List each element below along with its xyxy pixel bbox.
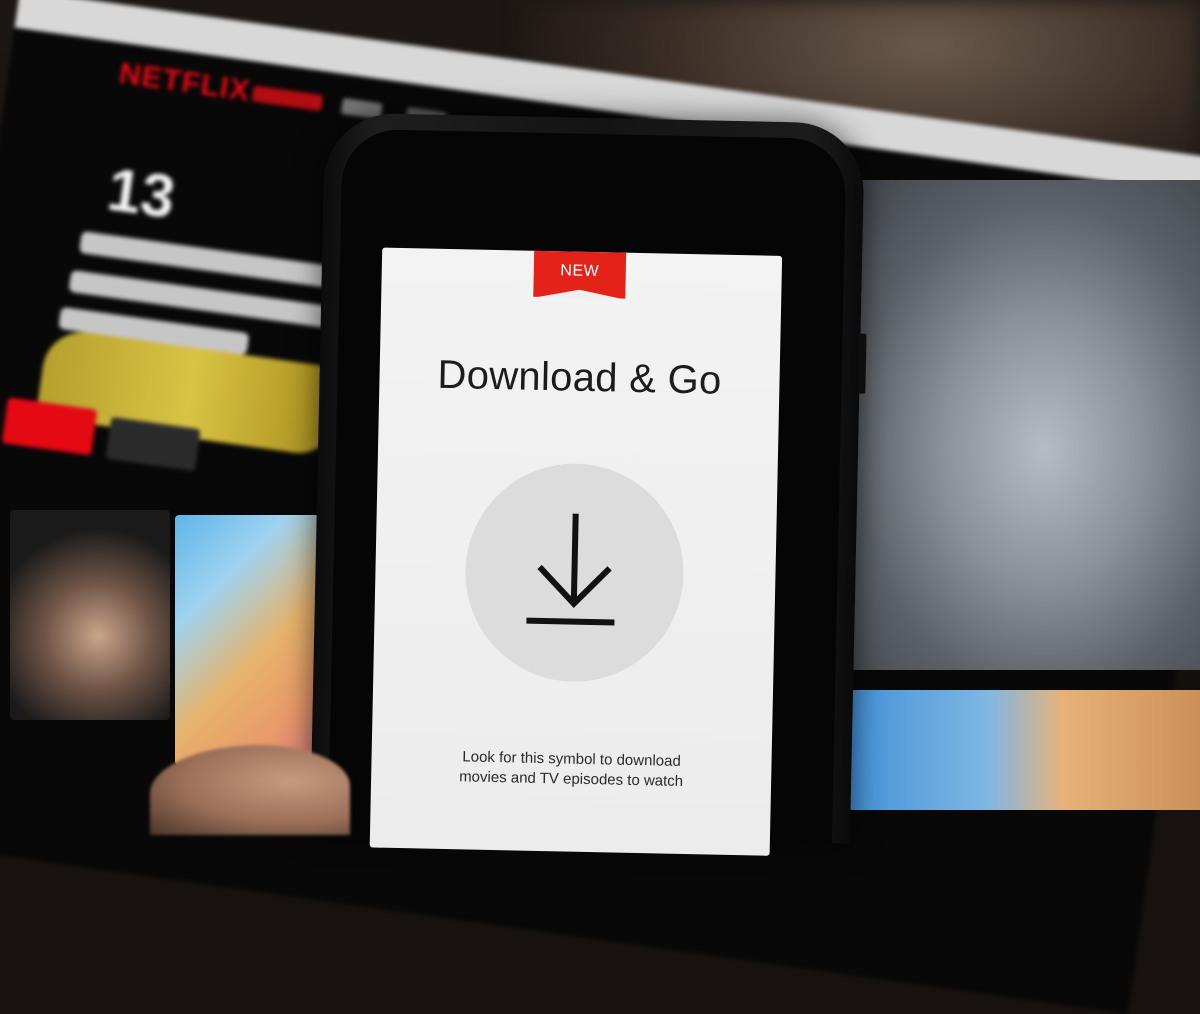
screen-description: Look for this symbol to download movies … xyxy=(391,746,752,794)
side-button xyxy=(857,333,867,394)
hero-count: 13 xyxy=(103,155,179,232)
thumbnail-tile xyxy=(10,510,170,720)
hero-image xyxy=(840,180,1200,670)
phone: NEW Download & Go Look for this symbol t… xyxy=(309,112,867,856)
netflix-logo: NETFLIX xyxy=(117,56,253,108)
new-badge: NEW xyxy=(533,250,627,299)
download-icon xyxy=(463,461,686,684)
thumbnail-tile xyxy=(840,690,1200,810)
nav-item-active xyxy=(251,85,324,112)
phone-screen: NEW Download & Go Look for this symbol t… xyxy=(369,247,783,856)
screen-title: Download & Go xyxy=(437,352,723,403)
